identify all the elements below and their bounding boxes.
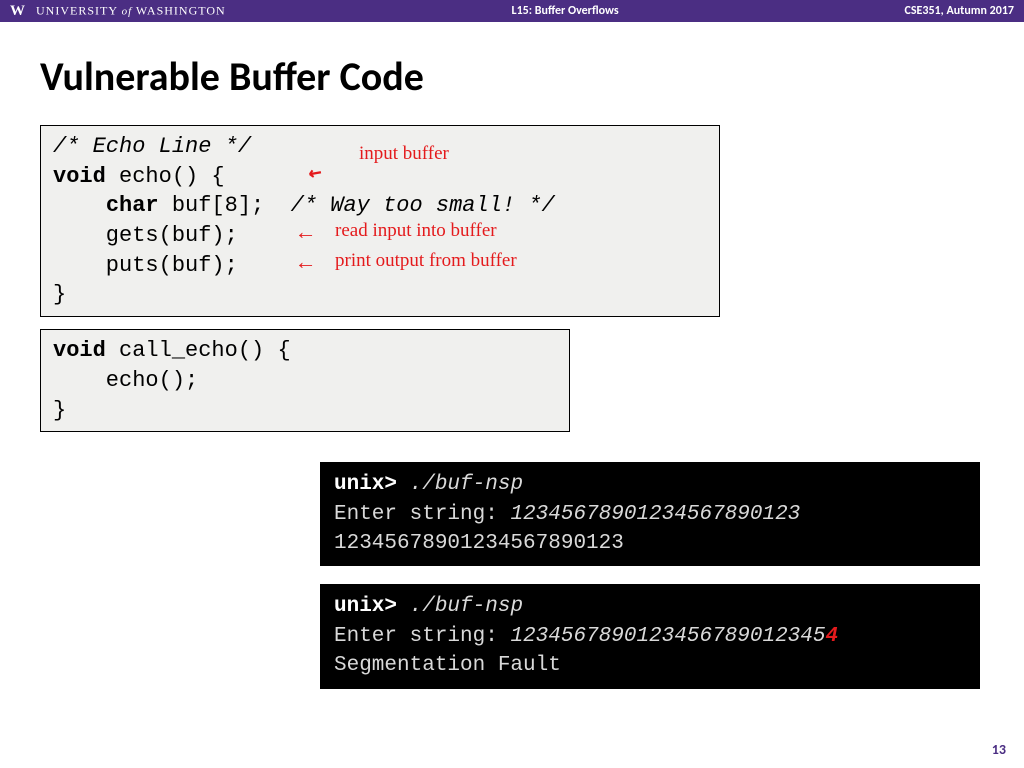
term-input: 1234567890123456789012345 [510,625,825,648]
slide-content: Vulnerable Buffer Code /* Echo Line */ v… [0,22,1024,689]
term-label: Enter string: [334,625,510,648]
code-indent [53,193,106,218]
term-input-overflow: 4 [826,625,839,648]
code-kw: void [53,164,106,189]
term-prompt: unix> [334,473,397,496]
code-line: gets(buf); [53,221,707,251]
code-text: call_echo() { [106,338,291,363]
terminal-group: unix> ./buf-nsp Enter string: 1234567890… [320,462,980,688]
term-cmd: ./buf-nsp [410,473,523,496]
page-title: Vulnerable Buffer Code [40,52,984,101]
code-comment: /* Way too small! */ [291,193,555,218]
lecture-title: L15: Buffer Overflows [226,4,905,18]
code-block-call-echo: void call_echo() { echo(); } [40,329,570,432]
terminal-output-1: unix> ./buf-nsp Enter string: 1234567890… [320,462,980,566]
code-line: } [53,396,557,426]
code-comment: /* Echo Line */ [53,134,251,159]
term-input: 12345678901234567890123 [510,503,800,526]
code-line: echo(); [53,366,557,396]
code-line: puts(buf); [53,251,707,281]
term-cmd: ./buf-nsp [410,595,523,618]
code-text: buf[8]; [159,193,291,218]
code-kw: void [53,338,106,363]
term-output: Segmentation Fault [334,651,966,680]
code-text: echo() { [106,164,225,189]
code-line: } [53,280,707,310]
uw-university: UNIVERSITY [36,3,118,17]
uw-w-icon: W [10,3,26,19]
term-prompt: unix> [334,595,397,618]
page-number: 13 [992,741,1006,758]
course-term: CSE351, Autumn 2017 [905,4,1014,18]
terminal-output-2: unix> ./buf-nsp Enter string: 1234567890… [320,584,980,688]
term-label: Enter string: [334,503,510,526]
code-kw: char [106,193,159,218]
uw-of: of [122,5,133,17]
uw-washington: WASHINGTON [136,3,226,17]
uw-logo-text: W UNIVERSITY of WASHINGTON [10,3,226,20]
slide-header: W UNIVERSITY of WASHINGTON L15: Buffer O… [0,0,1024,22]
term-output: 12345678901234567890123 [334,529,966,558]
code-block-echo: /* Echo Line */ void echo() { char buf[8… [40,125,720,317]
